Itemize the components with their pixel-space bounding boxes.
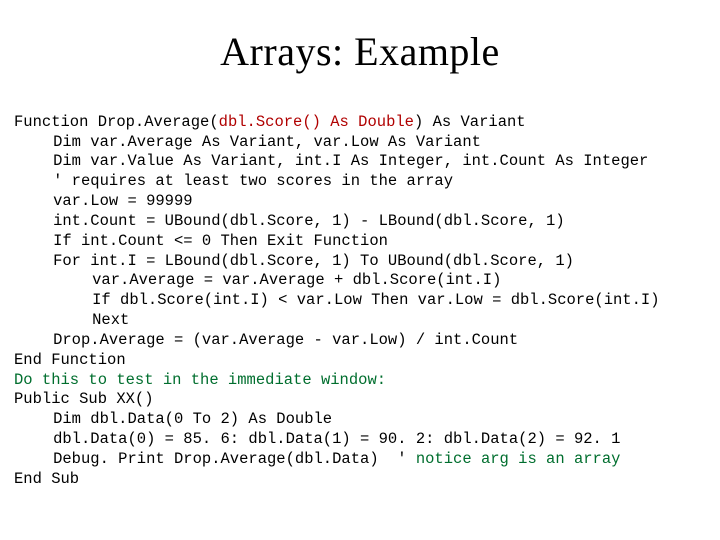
code-line-11: Next: [14, 311, 129, 331]
code-line-19: End Sub: [14, 470, 79, 488]
code-text: Debug. Print Drop.Average(dbl.Data) ': [53, 450, 416, 468]
code-line-9: var.Average = var.Average + dbl.Score(in…: [14, 271, 501, 291]
code-line-12: Drop.Average = (var.Average - var.Low) /…: [14, 331, 518, 351]
slide: Arrays: Example Function Drop.Average(db…: [0, 0, 720, 540]
code-line-1: Function Drop.Average(dbl.Score() As Dou…: [14, 113, 526, 131]
code-line-6: int.Count = UBound(dbl.Score, 1) - LBoun…: [14, 212, 565, 232]
code-block: Function Drop.Average(dbl.Score() As Dou…: [14, 93, 706, 490]
code-text: ) As Variant: [414, 113, 526, 131]
code-line-17: dbl.Data(0) = 85. 6: dbl.Data(1) = 90. 2…: [14, 430, 620, 450]
code-line-2: Dim var.Average As Variant, var.Low As V…: [14, 133, 481, 153]
code-line-18: Debug. Print Drop.Average(dbl.Data) ' no…: [14, 450, 620, 470]
code-line-13: End Function: [14, 351, 126, 369]
code-line-14: Do this to test in the immediate window:: [14, 371, 386, 389]
code-line-5: var.Low = 99999: [14, 192, 193, 212]
slide-title: Arrays: Example: [14, 28, 706, 75]
code-line-8: For int.I = LBound(dbl.Score, 1) To UBou…: [14, 252, 574, 272]
code-line-16: Dim dbl.Data(0 To 2) As Double: [14, 410, 332, 430]
code-line-7: If int.Count <= 0 Then Exit Function: [14, 232, 388, 252]
code-line-15: Public Sub XX(): [14, 390, 154, 408]
code-line-4: ' requires at least two scores in the ar…: [14, 172, 453, 192]
code-comment: notice arg is an array: [416, 450, 621, 468]
code-text: Function Drop.Average(: [14, 113, 219, 131]
code-param: dbl.Score() As Double: [219, 113, 414, 131]
code-line-10: If dbl.Score(int.I) < var.Low Then var.L…: [14, 291, 660, 311]
code-line-3: Dim var.Value As Variant, int.I As Integ…: [14, 152, 648, 172]
